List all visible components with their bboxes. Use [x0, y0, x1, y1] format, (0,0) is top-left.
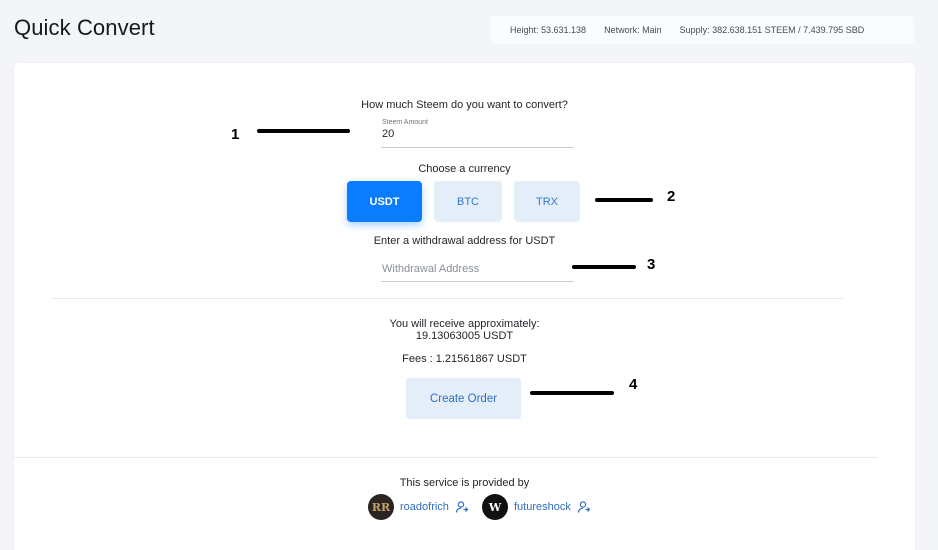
- roadofrich-avatar: RR: [368, 494, 394, 520]
- user-link-icon[interactable]: [577, 500, 591, 514]
- annotation-line-3: [572, 265, 636, 269]
- annotation-line-2: [595, 198, 653, 202]
- network-status-bar: Height: 53.631.138 Network: Main Supply:…: [491, 16, 914, 44]
- block-height: Height: 53.631.138: [510, 25, 587, 35]
- create-order-button[interactable]: Create Order: [406, 378, 521, 419]
- withdrawal-address-field[interactable]: Withdrawal Address: [381, 261, 574, 282]
- currency-btc-button[interactable]: BTC: [434, 181, 502, 222]
- annotation-number-3: 3: [647, 256, 656, 273]
- supply-info: Supply: 382.638.151 STEEM / 7.439.795 SB…: [679, 25, 865, 35]
- section-divider: [51, 298, 843, 299]
- provider-roadofrich[interactable]: RR roadofrich: [368, 494, 469, 520]
- page-title: Quick Convert: [14, 15, 155, 40]
- annotation-number-2: 2: [667, 188, 676, 205]
- annotation-line-4: [530, 391, 614, 395]
- fees-text: Fees : 1.21561867 USDT: [402, 353, 527, 365]
- futureshock-avatar: W: [482, 494, 508, 520]
- currency-usdt-button[interactable]: USDT: [347, 181, 422, 222]
- roadofrich-name[interactable]: roadofrich: [400, 501, 449, 513]
- provided-by-label: This service is provided by: [399, 477, 530, 489]
- annotation-line-1: [257, 129, 350, 133]
- steem-amount-label: Steem Amount: [382, 119, 428, 126]
- steem-amount-value[interactable]: 20: [382, 128, 394, 140]
- address-question: Enter a withdrawal address for USDT: [373, 235, 556, 247]
- provider-futureshock[interactable]: W futureshock: [482, 494, 591, 520]
- receive-amount: 19.13063005 USDT: [415, 330, 514, 342]
- annotation-number-1: 1: [231, 126, 240, 143]
- futureshock-name[interactable]: futureshock: [514, 501, 571, 513]
- amount-question: How much Steem do you want to convert?: [361, 99, 568, 111]
- withdrawal-address-placeholder[interactable]: Withdrawal Address: [382, 263, 479, 275]
- network-name: Network: Main: [604, 25, 662, 35]
- convert-card: How much Steem do you want to convert? S…: [14, 63, 915, 550]
- receive-label: You will receive approximately:: [389, 318, 540, 330]
- steem-amount-field[interactable]: Steem Amount 20: [381, 119, 574, 148]
- currency-question: Choose a currency: [418, 163, 511, 175]
- currency-trx-button[interactable]: TRX: [514, 181, 580, 222]
- annotation-number-4: 4: [629, 376, 638, 393]
- user-link-icon[interactable]: [455, 500, 469, 514]
- footer-divider: [14, 457, 878, 458]
